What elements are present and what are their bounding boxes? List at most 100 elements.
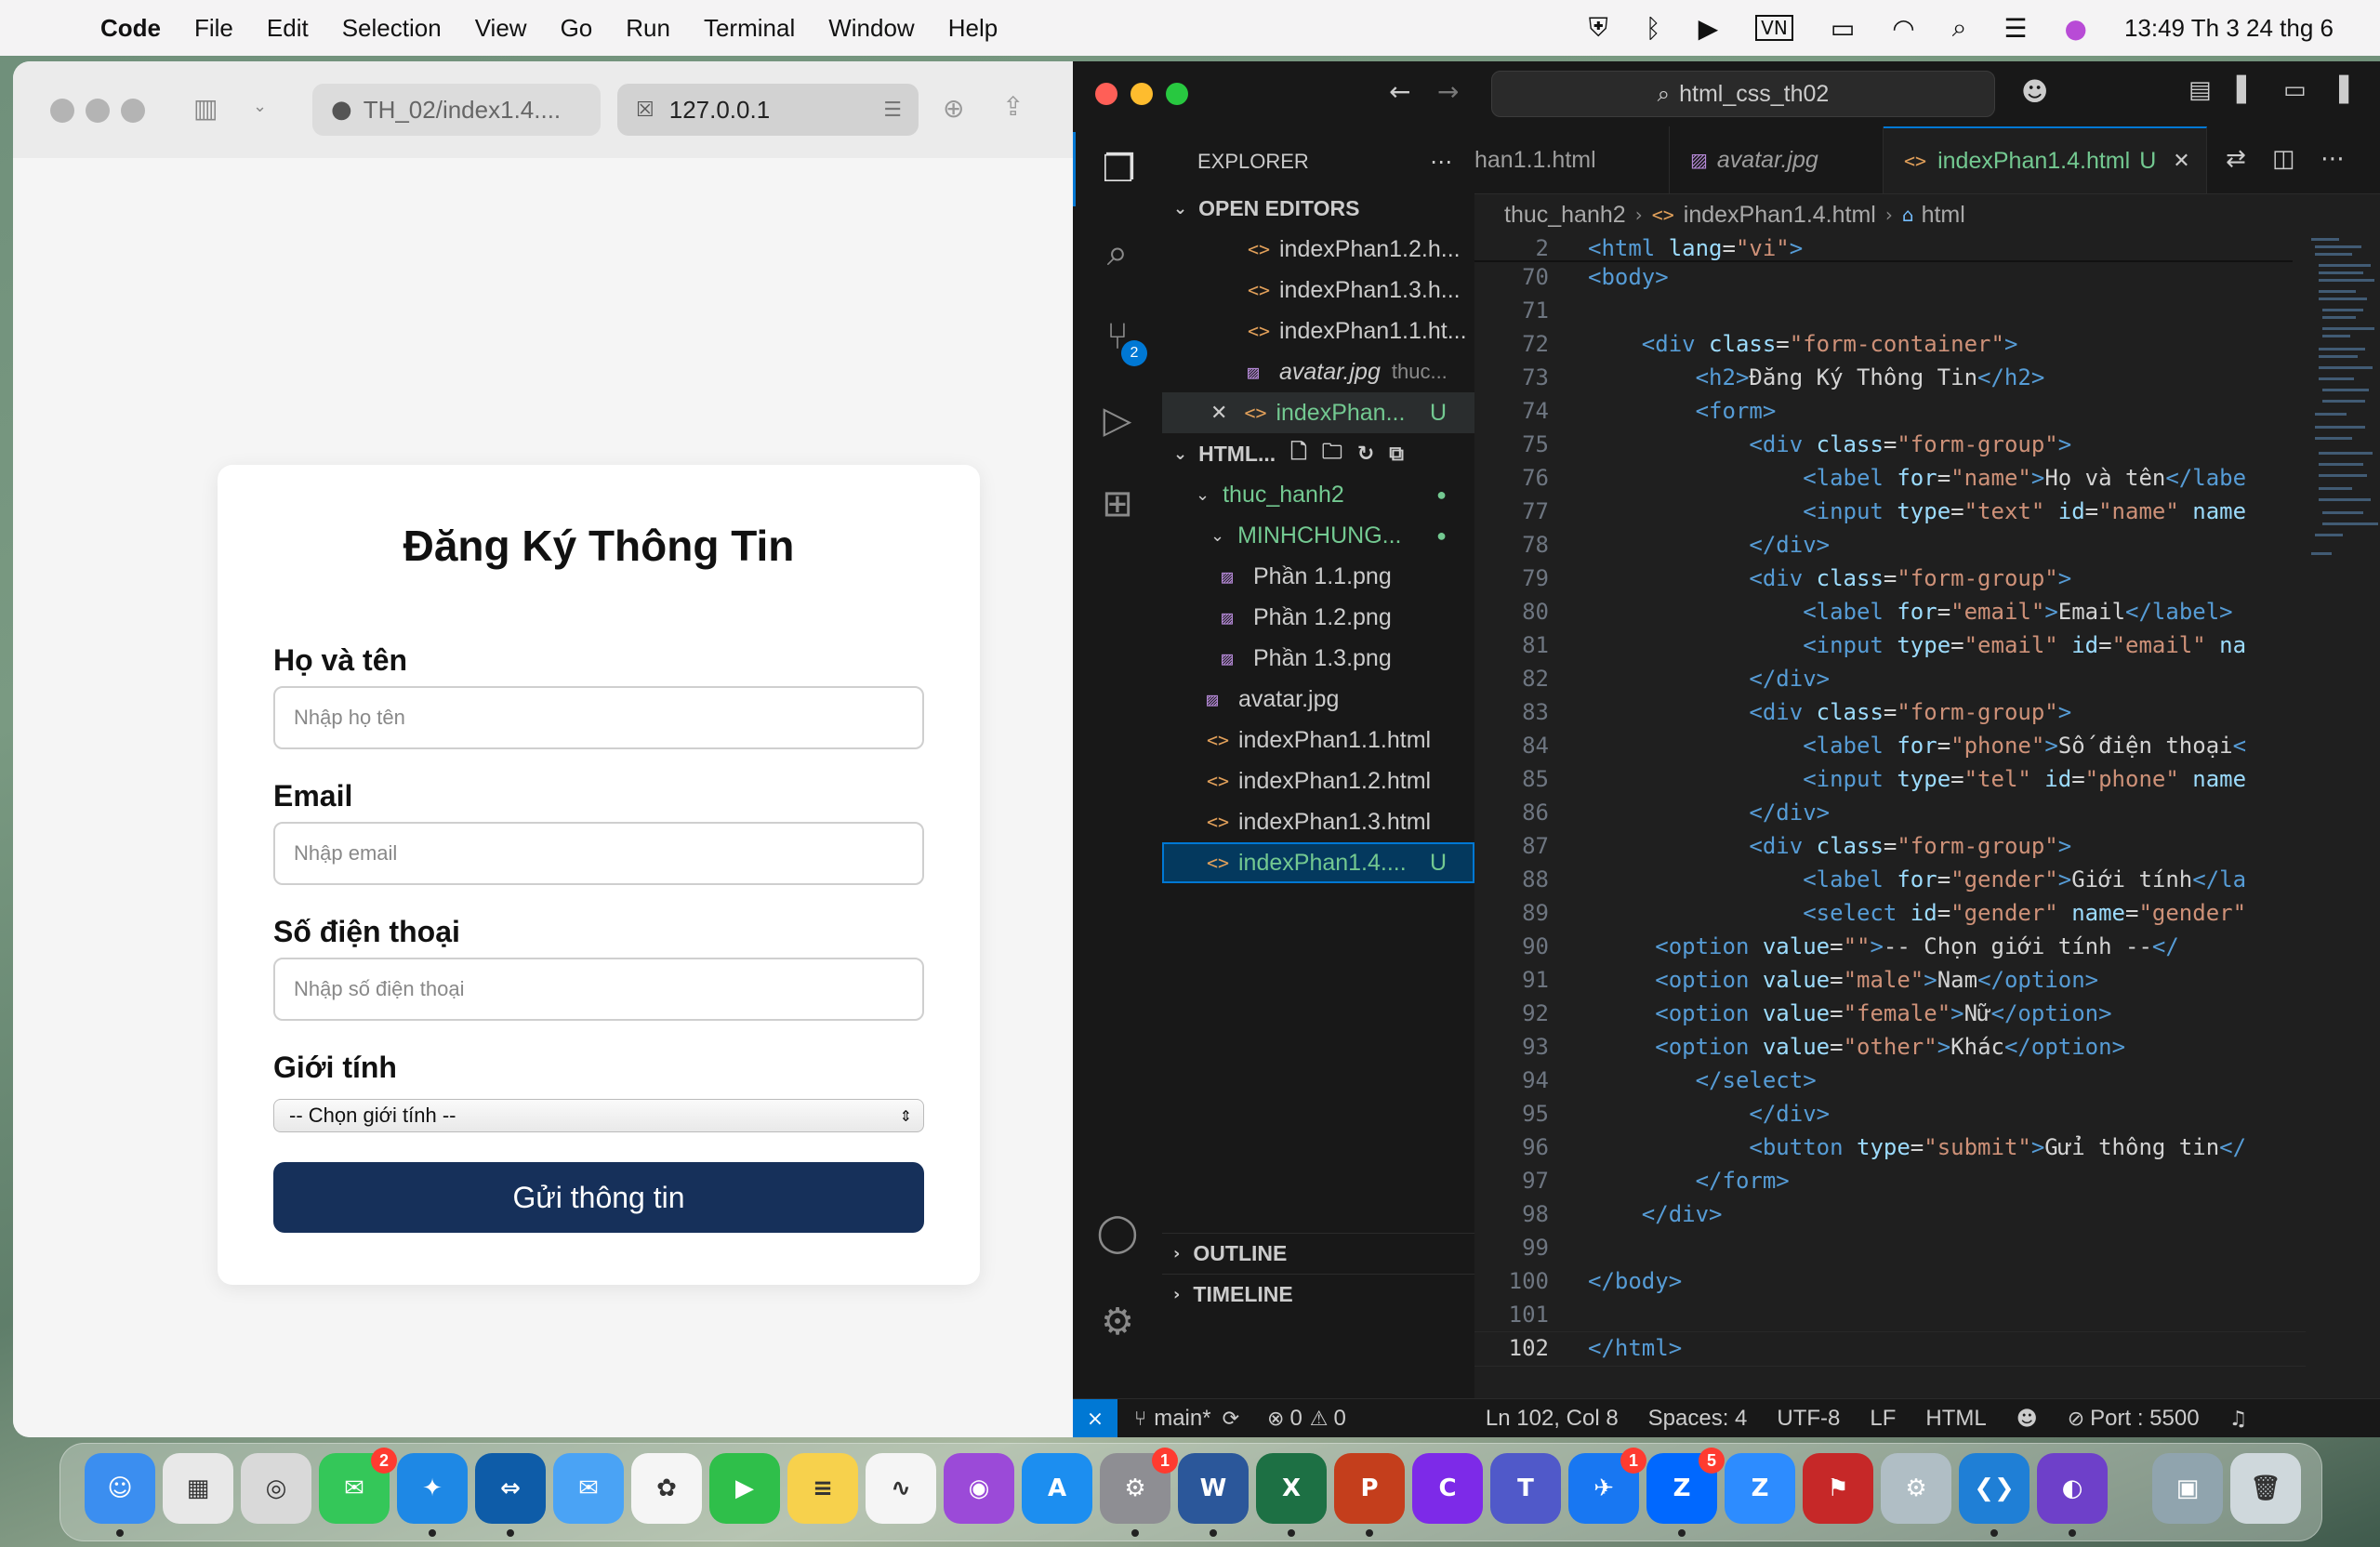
menu-window[interactable]: Window — [812, 14, 931, 43]
outline-section[interactable]: › OUTLINE — [1162, 1233, 1474, 1274]
freeform-dock-icon[interactable]: ∿ — [866, 1453, 936, 1524]
toggle-secondary-sidebar-icon[interactable]: ▐ — [2330, 76, 2348, 104]
settings-gear-icon[interactable]: ⚙ — [1073, 1285, 1162, 1359]
tree-file[interactable]: ▨ avatar.jpg — [1162, 679, 1474, 720]
tree-folder[interactable]: ⌄ thuc_hanh2 ● — [1162, 474, 1474, 515]
packet-tracer-dock-icon[interactable]: ⚑ — [1803, 1453, 1873, 1524]
new-folder-icon[interactable]: 🗀 — [1322, 436, 1342, 471]
menu-go[interactable]: Go — [544, 14, 610, 43]
code-line[interactable]: 89 <select id="gender" name="gender" — [1474, 896, 2293, 930]
safari-dock-icon[interactable]: ✦ — [397, 1453, 468, 1537]
code-line[interactable]: 93 <option value="other">Khác</option> — [1474, 1030, 2293, 1064]
name-input[interactable]: Nhập họ tên — [273, 686, 924, 749]
excel-dock-icon[interactable]: X — [1256, 1453, 1327, 1537]
refresh-icon[interactable]: ↻ — [1357, 443, 1374, 466]
remote-icon[interactable]: ⨯ — [1073, 1399, 1117, 1437]
code-line[interactable]: 76 <label for="name">Họ và tên</labe — [1474, 461, 2293, 495]
mail-dock-icon[interactable]: ✉ — [553, 1453, 624, 1524]
zoom-window-button[interactable] — [1166, 83, 1188, 105]
podcasts-dock-icon[interactable]: ◉ — [944, 1453, 1014, 1524]
code-line[interactable]: 102 </html> — [1474, 1331, 2293, 1365]
phone-input[interactable]: Nhập số điện thoại — [273, 958, 924, 1021]
toggle-sidebar-icon[interactable]: ▌ — [2237, 76, 2255, 104]
code-line[interactable]: 74 <form> — [1474, 394, 2293, 428]
code-line[interactable]: 85 <input type="tel" id="phone" name — [1474, 762, 2293, 796]
code-line[interactable]: 83 <div class="form-group"> — [1474, 695, 2293, 729]
wifi-icon[interactable]: ◠ — [1892, 13, 1914, 44]
forward-arrow-icon[interactable]: → — [1437, 76, 1459, 107]
launchpad-dock-icon[interactable]: ▦ — [163, 1453, 233, 1524]
play-icon[interactable]: ▶ — [1699, 13, 1719, 44]
zalo-dock-icon[interactable]: Z5 — [1646, 1448, 1725, 1537]
status-errors[interactable]: 0 — [1289, 1406, 1302, 1432]
powerpoint-dock-icon[interactable]: P — [1334, 1453, 1405, 1537]
minimize-window-button[interactable] — [86, 99, 110, 123]
screenshot-dock-icon[interactable]: ◎ — [241, 1453, 311, 1524]
input-method-icon[interactable]: VN — [1755, 15, 1793, 41]
open-changes-icon[interactable]: ⇄ — [2226, 145, 2246, 173]
appstore-dock-icon[interactable]: A — [1022, 1453, 1092, 1524]
source-control-icon[interactable]: ⑂ 2 — [1073, 299, 1162, 374]
split-editor-icon[interactable]: ◫ — [2272, 145, 2295, 173]
download-icon[interactable]: ⊕ — [943, 93, 964, 124]
menu-help[interactable]: Help — [932, 14, 1014, 43]
system-settings-dock-icon[interactable]: ⚙ 1 — [1100, 1448, 1178, 1537]
control-center-icon[interactable]: ☰ — [2003, 13, 2027, 44]
preview-dock-icon[interactable]: ▣ — [2152, 1453, 2223, 1524]
code-line[interactable]: 75 <div class="form-group"> — [1474, 428, 2293, 461]
tree-file-selected[interactable]: <> indexPhan1.4.... U — [1162, 842, 1474, 883]
menu-terminal[interactable]: Terminal — [687, 14, 812, 43]
word-dock-icon[interactable]: W — [1178, 1453, 1249, 1537]
vscode-dock-icon[interactable]: ❮❯ — [1959, 1453, 2030, 1537]
status-cursor-position[interactable]: Ln 102, Col 8 — [1486, 1406, 1619, 1432]
breadcrumb-file[interactable]: indexPhan1.4.html — [1684, 202, 1876, 229]
teamviewer-dock-icon[interactable]: ⇔ — [475, 1453, 546, 1537]
menu-selection[interactable]: Selection — [325, 14, 458, 43]
code-line[interactable]: 90 <option value="">-- Chọn giới tính --… — [1474, 930, 2293, 963]
tree-file[interactable]: <> indexPhan1.3.html — [1162, 801, 1474, 842]
github-desktop-dock-icon[interactable]: ◐ — [2037, 1453, 2108, 1537]
breadcrumb-folder[interactable]: thuc_hanh2 — [1504, 202, 1626, 229]
canva-dock-icon[interactable]: C — [1412, 1453, 1483, 1524]
collapse-all-icon[interactable]: ⧉ — [1389, 443, 1404, 466]
facetime-dock-icon[interactable]: ▶ — [709, 1453, 780, 1524]
tree-file[interactable]: ▨ Phần 1.2.png — [1162, 597, 1474, 638]
close-icon[interactable]: ✕ — [1210, 402, 1227, 425]
code-line[interactable]: 96 <button type="submit">Gửi thông tin</ — [1474, 1130, 2293, 1164]
code-line[interactable]: 71 — [1474, 294, 2293, 327]
new-file-icon[interactable]: 🗋 — [1290, 436, 1307, 471]
close-window-button[interactable] — [1095, 83, 1117, 105]
code-line[interactable]: 86 </div> — [1474, 796, 2293, 829]
minimap[interactable] — [2306, 236, 2380, 608]
zoom-window-button[interactable] — [121, 99, 145, 123]
code-line[interactable]: 94 </select> — [1474, 1064, 2293, 1097]
code-line[interactable]: 80 <label for="email">Email</label> — [1474, 595, 2293, 628]
search-icon[interactable]: ⌕ — [1952, 12, 1967, 44]
open-editor-item[interactable]: <> indexPhan1.1.ht... — [1162, 311, 1474, 351]
code-line[interactable]: 72 <div class="form-container"> — [1474, 327, 2293, 361]
code-line[interactable]: 84 <label for="phone">Số điện thoại< — [1474, 729, 2293, 762]
code-line[interactable]: 87 <div class="form-group"> — [1474, 829, 2293, 863]
status-branch[interactable]: main* — [1154, 1406, 1210, 1432]
code-line[interactable]: 81 <input type="email" id="email" na — [1474, 628, 2293, 662]
photos-dock-icon[interactable]: ✿ — [631, 1453, 702, 1524]
status-live-server-port[interactable]: Port : 5500 — [2090, 1406, 2199, 1432]
browser-tab-github[interactable]: ● TH_02/index1.4.... — [312, 84, 601, 136]
toggle-panel-icon[interactable]: ▭ — [2283, 76, 2307, 104]
code-line[interactable]: 98 </div> — [1474, 1197, 2293, 1231]
browser-tab-localhost[interactable]: ☒ 127.0.0.1 ☰ — [617, 84, 919, 136]
account-icon[interactable]: ◯ — [1073, 1196, 1162, 1270]
menu-edit[interactable]: Edit — [250, 14, 325, 43]
breadcrumb-symbol[interactable]: html — [1922, 202, 1965, 229]
open-editor-item[interactable]: <> indexPhan1.2.h... — [1162, 229, 1474, 270]
sidebar-toggle-icon[interactable]: ▥ — [193, 93, 218, 124]
submit-button[interactable]: Gửi thông tin — [273, 1162, 924, 1233]
gender-select[interactable]: -- Chọn giới tính -- ⇕ — [273, 1099, 924, 1132]
run-debug-icon[interactable]: ▷ — [1073, 383, 1162, 457]
more-actions-icon[interactable]: ⋯ — [2320, 145, 2345, 173]
chevron-down-icon[interactable]: ⌄ — [253, 97, 267, 116]
siri-icon[interactable]: ● — [2065, 13, 2087, 44]
tree-folder[interactable]: ⌄ MINHCHUNG... ● — [1162, 515, 1474, 556]
code-line[interactable]: 100 </body> — [1474, 1264, 2293, 1298]
menu-file[interactable]: File — [178, 14, 250, 43]
